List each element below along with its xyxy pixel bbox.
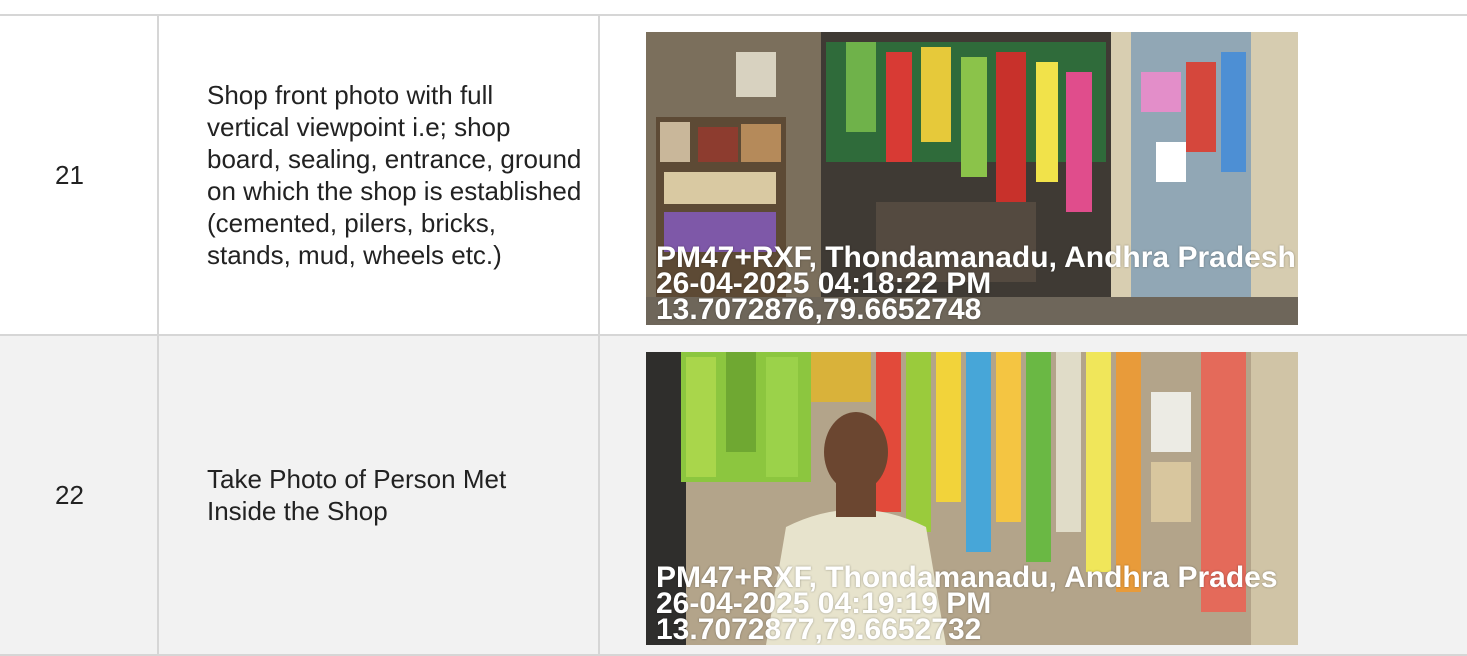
description-text: Take Photo of Person Met Inside the Shop <box>207 464 507 526</box>
table-row: 22 Take Photo of Person Met Inside the S… <box>0 336 1467 656</box>
report-table: 21 Shop front photo with full vertical v… <box>0 14 1467 656</box>
description-text: Shop front photo with full vertical view… <box>207 80 582 270</box>
row-description: Take Photo of Person Met Inside the Shop <box>157 336 598 654</box>
photo-cell: PM47+RXF, Thondamanadu, Andhra Pradesh 2… <box>598 16 1467 334</box>
table-row: 21 Shop front photo with full vertical v… <box>0 16 1467 336</box>
person-met-photo[interactable]: PM47+RXF, Thondamanadu, Andhra Prades 26… <box>646 352 1298 645</box>
stamp-coords: 13.7072877,79.6652732 <box>656 613 982 645</box>
shop-front-photo[interactable]: PM47+RXF, Thondamanadu, Andhra Pradesh 2… <box>646 32 1298 325</box>
geo-stamp: PM47+RXF, Thondamanadu, Andhra Pradesh 2… <box>656 243 1296 325</box>
row-description: Shop front photo with full vertical view… <box>157 16 598 334</box>
row-number: 21 <box>55 159 84 190</box>
photo-cell: PM47+RXF, Thondamanadu, Andhra Prades 26… <box>598 336 1467 654</box>
geo-stamp: PM47+RXF, Thondamanadu, Andhra Prades 26… <box>656 563 1278 645</box>
row-number: 22 <box>55 479 84 510</box>
stamp-coords: 13.7072876,79.6652748 <box>656 293 982 325</box>
